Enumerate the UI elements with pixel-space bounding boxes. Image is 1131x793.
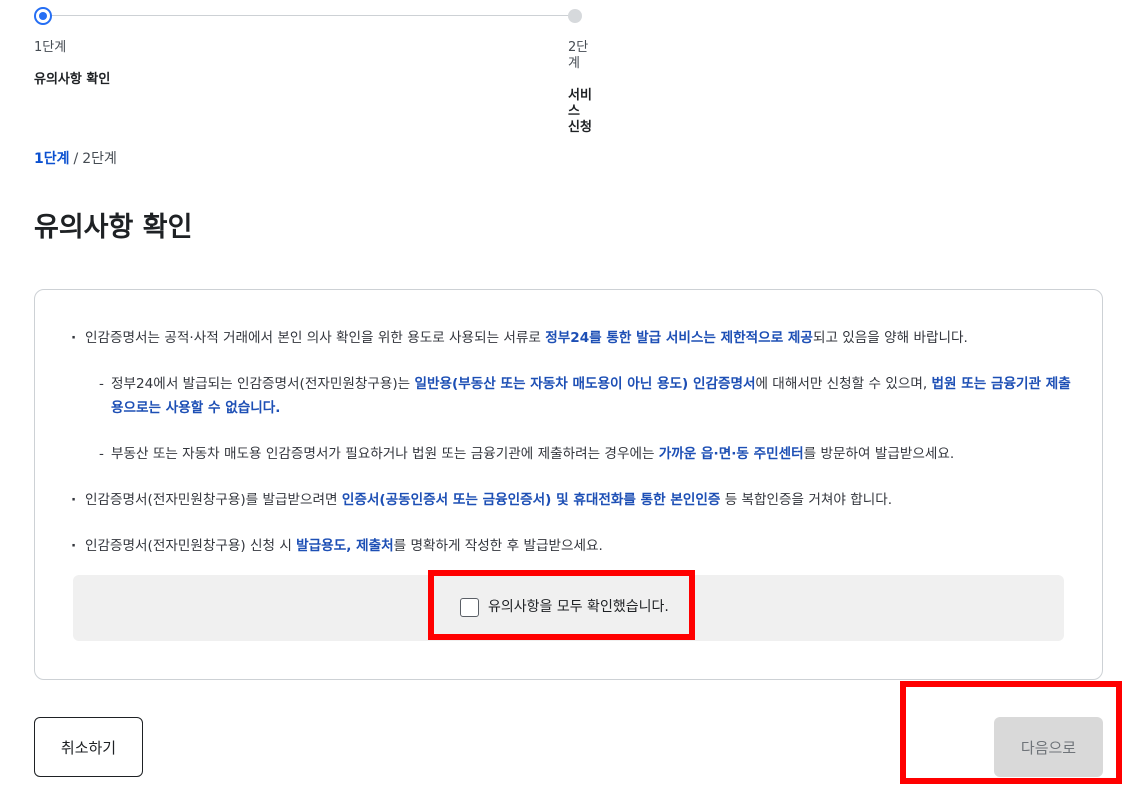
notice-item-1-text-end: 되고 있음을 양해 바랍니다. (812, 330, 968, 346)
notice-item-2-text: 인감증명서(전자민원창구용)를 발급받으려면 (85, 492, 342, 508)
breadcrumb-separator: / (73, 151, 79, 167)
breadcrumb: 1단계/2단계 (34, 150, 117, 168)
breadcrumb-current: 1단계 (34, 151, 70, 167)
notice-item-2-emphasis: 인증서(공동인증서 또는 금융인증서) 및 휴대전화를 통한 본인인증 (341, 492, 721, 508)
step-2-indicator (568, 9, 582, 23)
stepper-line (44, 15, 576, 16)
step-1-number: 1단계 (34, 40, 67, 55)
notice-list: 인감증명서는 공적·사적 거래에서 본인 의사 확인을 위한 용도로 사용되는 … (71, 326, 1071, 580)
notice-item-1: 인감증명서는 공적·사적 거래에서 본인 의사 확인을 위한 용도로 사용되는 … (71, 326, 1071, 466)
notice-item-1-emphasis: 정부24를 통한 발급 서비스는 제한적으로 제공 (545, 330, 813, 346)
page-title: 유의사항 확인 (34, 212, 193, 243)
notice-subitem-2: 부동산 또는 자동차 매도용 인감증명서가 필요하거나 법원 또는 금융기관에 … (85, 442, 1071, 466)
confirm-all-text[interactable]: 유의사항을 모두 확인했습니다. (488, 597, 669, 617)
notice-subitem-1: 정부24에서 발급되는 인감증명서(전자민원창구용)는 일반용(부동산 또는 자… (85, 372, 1071, 420)
stepper: 1단계 유의사항 확인 2단계 서비스 신청 (34, 6, 594, 135)
notice-item-3-emphasis: 발급용도, 제출처 (296, 538, 394, 554)
step-2-title: 서비스 신청 (568, 88, 592, 135)
step-1-title: 유의사항 확인 (34, 72, 111, 87)
notice-item-3-text-end: 를 명확하게 작성한 후 발급받으세요. (393, 538, 603, 554)
notice-subitem-2-text: 부동산 또는 자동차 매도용 인감증명서가 필요하거나 법원 또는 금융기관에 … (111, 446, 659, 462)
cancel-button[interactable]: 취소하기 (34, 717, 143, 777)
notice-box: 인감증명서는 공적·사적 거래에서 본인 의사 확인을 위한 용도로 사용되는 … (34, 289, 1103, 680)
notice-subitem-2-text-end: 를 방문하여 발급받으세요. (803, 446, 955, 462)
breadcrumb-next: 2단계 (82, 151, 117, 167)
notice-item-3-text: 인감증명서(전자민원창구용) 신청 시 (85, 538, 297, 554)
notice-item-2-text-end: 등 복합인증을 거쳐야 합니다. (720, 492, 893, 508)
step-1: 1단계 유의사항 확인 (34, 40, 110, 88)
notice-subitem-2-emphasis: 가까운 읍·면·동 주민센터 (658, 446, 804, 462)
confirm-all-checkbox[interactable] (460, 597, 479, 617)
notice-subitem-1-text: 정부24에서 발급되는 인감증명서(전자민원창구용)는 (111, 376, 415, 392)
notice-subitem-1-text-mid: 에 대해서만 신청할 수 있으며, (755, 376, 932, 392)
confirm-all-checkbox-label[interactable]: 유의사항을 모두 확인했습니다. (460, 597, 669, 617)
step-1-indicator (34, 7, 52, 25)
step-2: 2단계 서비스 신청 (568, 40, 594, 136)
confirm-bar: 유의사항을 모두 확인했습니다. (73, 575, 1064, 641)
next-button[interactable]: 다음으로 (994, 717, 1103, 777)
notice-item-2: 인감증명서(전자민원창구용)를 발급받으려면 인증서(공동인증서 또는 금융인증… (71, 488, 1071, 512)
notice-item-1-text: 인감증명서는 공적·사적 거래에서 본인 의사 확인을 위한 용도로 사용되는 … (85, 330, 546, 346)
notice-subitem-1-emphasis-1: 일반용(부동산 또는 자동차 매도용이 아닌 용도) 인감증명서 (414, 376, 756, 392)
step-2-number: 2단계 (568, 40, 589, 71)
notice-item-3: 인감증명서(전자민원창구용) 신청 시 발급용도, 제출처를 명확하게 작성한 … (71, 534, 1071, 558)
